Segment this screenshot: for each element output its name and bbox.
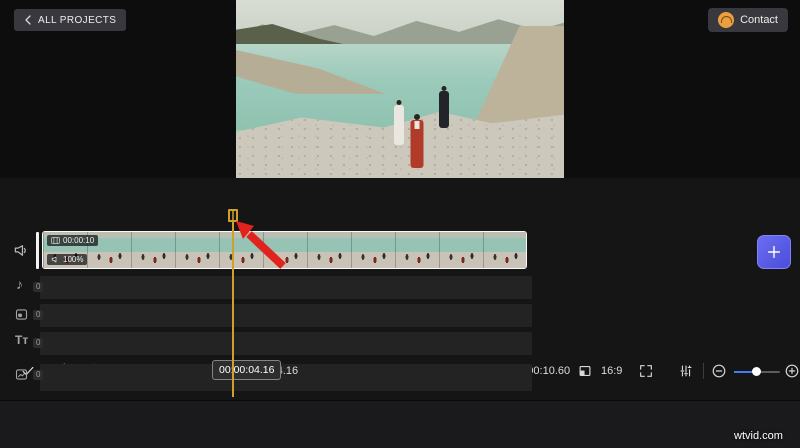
plus-icon <box>767 245 781 259</box>
overlay-track-lane[interactable] <box>40 304 532 327</box>
active-track-indicator <box>36 232 39 269</box>
text-track-count: 0 <box>33 338 44 348</box>
chevron-left-icon <box>25 15 31 25</box>
bottom-toolbar: Add Split Trim Speed Volume D <box>0 400 800 448</box>
person-red-suit <box>408 114 426 174</box>
playback-controls: 00:00:04.16 00:00:04.16 00:00:10.60 16:9 <box>0 178 800 380</box>
text-track-lane[interactable] <box>40 332 532 355</box>
clip-duration-badge: 00:00:10 <box>47 235 99 246</box>
clip-thumbnails <box>43 232 526 268</box>
clip-volume-badge: 100% <box>47 254 88 265</box>
all-projects-button[interactable]: ALL PROJECTS <box>14 9 127 31</box>
contact-button[interactable]: Contact <box>708 8 788 32</box>
playhead[interactable] <box>232 209 234 397</box>
contact-label: Contact <box>740 14 778 26</box>
audio-track-lane[interactable] <box>40 276 532 299</box>
timeline-tracks: 00:00:10 100% ♪ 0 0 Tт 0 0 <box>0 228 800 400</box>
video-track-mute-icon[interactable] <box>13 242 30 259</box>
overlay-track-icon[interactable] <box>14 307 29 322</box>
all-projects-label: ALL PROJECTS <box>38 14 117 26</box>
sticker-track-count: 0 <box>33 370 44 380</box>
speaker-icon <box>51 256 57 263</box>
preview-area: ALL PROJECTS Contact <box>0 0 800 178</box>
sticker-track-icon[interactable] <box>14 367 29 382</box>
person-white-suit <box>392 100 406 152</box>
video-editor-app: ALL PROJECTS Contact 00:00:04.16 00:00:0… <box>0 0 800 448</box>
film-icon <box>51 237 60 244</box>
text-track-icon[interactable]: Tт <box>15 334 28 346</box>
overlay-track-count: 0 <box>33 310 44 320</box>
timeline-ruler[interactable]: 0 00:00:01.0 00:00:02.0 00:00:03.0 00:00… <box>0 208 800 432</box>
person-black-suit <box>437 86 451 134</box>
music-track-icon[interactable]: ♪ <box>16 277 23 291</box>
video-preview <box>236 0 564 178</box>
video-clip[interactable]: 00:00:10 100% <box>42 231 527 269</box>
playhead-handle[interactable] <box>228 209 238 222</box>
watermark: wtvid.com <box>734 430 783 442</box>
audio-track-count: 0 <box>33 282 44 292</box>
add-media-button[interactable] <box>757 235 791 269</box>
support-icon <box>718 12 735 28</box>
playhead-time-tooltip: 00:00:04.16 <box>212 360 282 380</box>
